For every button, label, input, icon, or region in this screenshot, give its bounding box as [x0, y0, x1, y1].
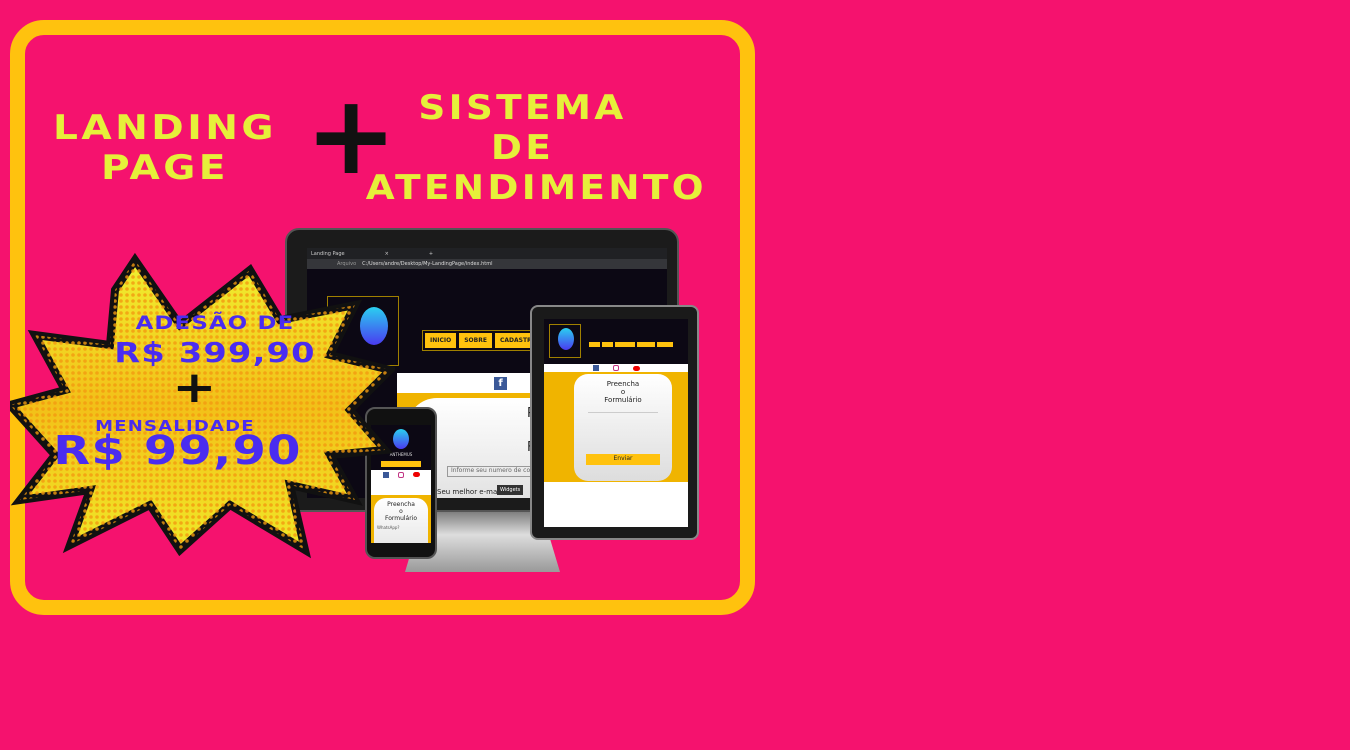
- form-section: Preencha o Formulário Enviar: [544, 372, 688, 482]
- logo-blob: [558, 328, 574, 350]
- nav-item[interactable]: [589, 342, 600, 347]
- nav-item[interactable]: [602, 342, 613, 347]
- logo-blob: [393, 429, 409, 449]
- facebook-icon[interactable]: f: [494, 376, 507, 390]
- tablet-mockup: Preencha o Formulário Enviar: [530, 305, 699, 540]
- nav-item[interactable]: [637, 342, 655, 347]
- nav-item[interactable]: [615, 342, 635, 347]
- nav-bar: [589, 342, 673, 347]
- adhesion-label: ADESÃO DE: [135, 312, 295, 334]
- headline-line: SISTEMA: [418, 88, 627, 128]
- form-fields[interactable]: [588, 412, 658, 454]
- instagram-icon[interactable]: [397, 471, 404, 478]
- nav-inicio[interactable]: INICIO: [425, 333, 457, 348]
- nav-item[interactable]: [657, 342, 673, 347]
- headline-line: LANDING: [53, 108, 277, 148]
- widgets-tooltip: Widgets: [497, 485, 524, 495]
- facebook-icon[interactable]: [592, 365, 599, 371]
- form-title: Formulário: [604, 396, 642, 405]
- tablet-screen: Preencha o Formulário Enviar: [544, 319, 688, 527]
- youtube-icon[interactable]: [412, 472, 420, 477]
- email-label: Seu melhor e-mail: [437, 488, 502, 496]
- headline-right: SISTEMA DE ATENDIMENTO: [365, 88, 707, 208]
- nav-sobre[interactable]: SOBRE: [459, 333, 492, 348]
- new-tab-icon[interactable]: +: [429, 251, 433, 257]
- tablet-header: [544, 319, 688, 364]
- headline-left: LANDING PAGE: [44, 108, 286, 188]
- social-bar: [544, 364, 688, 372]
- form-card: Preencha o Formulário Enviar: [574, 374, 672, 481]
- plus-icon: +: [172, 362, 218, 413]
- youtube-icon[interactable]: [632, 365, 640, 371]
- headline-line: PAGE: [101, 148, 229, 188]
- headline-line: ATENDIMENTO: [365, 168, 707, 208]
- submit-button[interactable]: Enviar: [586, 454, 660, 466]
- form-title: o: [620, 388, 626, 397]
- instagram-icon[interactable]: [612, 365, 619, 371]
- headline-line: DE: [490, 128, 555, 168]
- monthly-price: R$ 99,90: [53, 428, 302, 474]
- form-title: Preencha: [606, 380, 640, 388]
- logo: [549, 324, 581, 358]
